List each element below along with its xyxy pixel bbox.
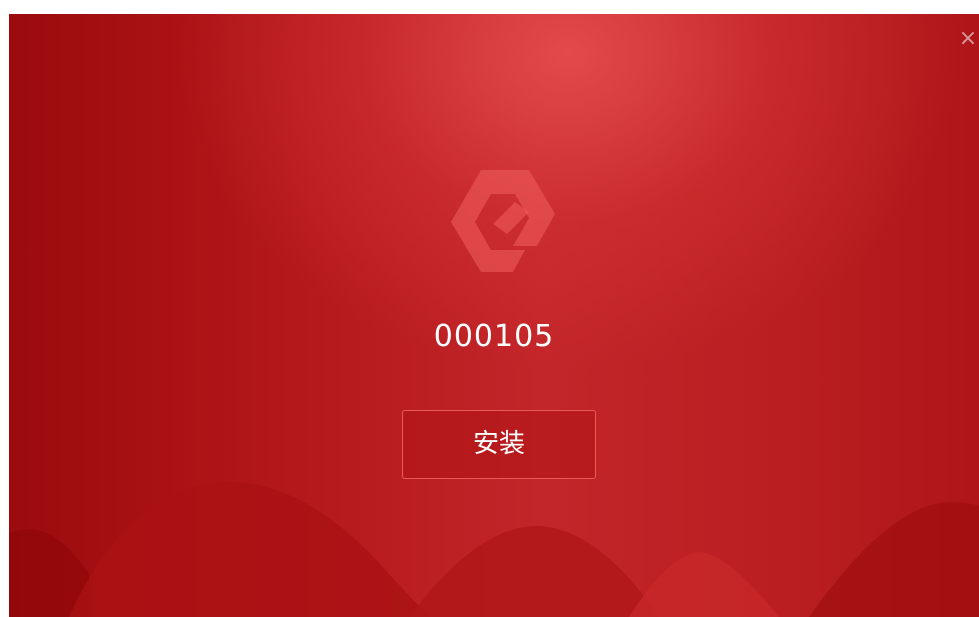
installer-window: × 000105 安装 xyxy=(9,14,979,617)
install-button[interactable]: 安装 xyxy=(402,410,596,479)
version-label: 000105 xyxy=(433,319,555,354)
close-button[interactable]: × xyxy=(957,24,979,54)
mountains-decoration xyxy=(9,482,979,617)
close-icon: × xyxy=(958,26,978,51)
hexagon-e-logo-icon xyxy=(451,170,555,272)
